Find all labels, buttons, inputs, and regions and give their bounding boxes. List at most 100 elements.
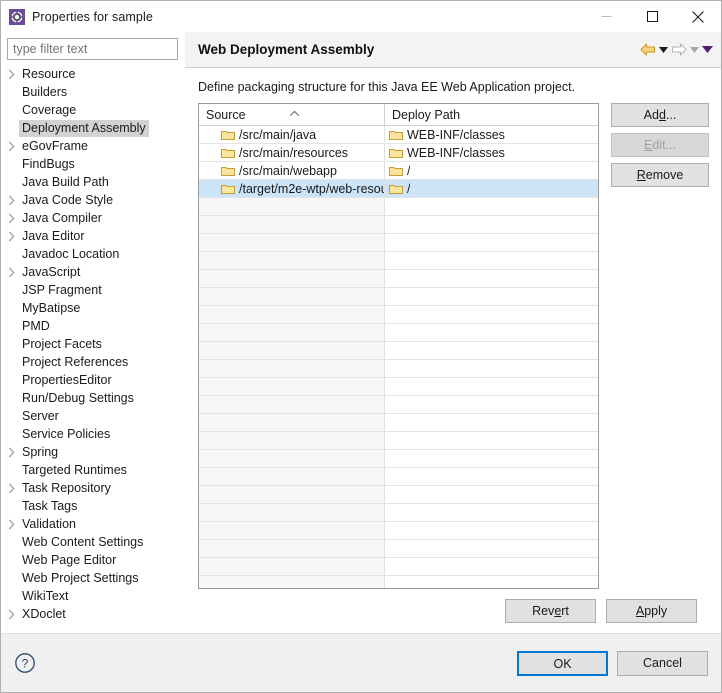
sidebar-item-wikitext[interactable]: WikiText: [1, 587, 184, 605]
remove-button[interactable]: Remove: [611, 163, 709, 187]
sidebar-item-validation[interactable]: Validation: [1, 515, 184, 533]
cell-source: [199, 216, 385, 233]
sidebar-item-resource[interactable]: Resource: [1, 65, 184, 83]
ok-button[interactable]: OK: [517, 651, 608, 676]
table-row-empty[interactable]: [199, 432, 598, 450]
table-row-empty[interactable]: [199, 360, 598, 378]
sidebar-item-deployment-assembly[interactable]: Deployment Assembly: [1, 119, 184, 137]
sidebar-item-java-build-path[interactable]: Java Build Path: [1, 173, 184, 191]
table-row-empty[interactable]: [199, 558, 598, 576]
table-row-empty[interactable]: [199, 540, 598, 558]
cell-deploy-path: [385, 468, 598, 485]
column-header-source[interactable]: Source: [199, 104, 385, 125]
sidebar-item-javadoc-location[interactable]: Javadoc Location: [1, 245, 184, 263]
sidebar-item-service-policies[interactable]: Service Policies: [1, 425, 184, 443]
settings-tree[interactable]: ResourceBuildersCoverageDeployment Assem…: [1, 64, 184, 633]
sidebar-item-java-code-style[interactable]: Java Code Style: [1, 191, 184, 209]
sidebar-item-javascript[interactable]: JavaScript: [1, 263, 184, 281]
table-row-empty[interactable]: [199, 378, 598, 396]
sidebar-item-mybatipse[interactable]: MyBatipse: [1, 299, 184, 317]
table-row-empty[interactable]: [199, 324, 598, 342]
sidebar-item-task-repository[interactable]: Task Repository: [1, 479, 184, 497]
maximize-icon[interactable]: [629, 1, 675, 32]
sidebar-item-project-facets[interactable]: Project Facets: [1, 335, 184, 353]
close-icon[interactable]: [675, 1, 721, 32]
sidebar-item-web-page-editor[interactable]: Web Page Editor: [1, 551, 184, 569]
assembly-table[interactable]: Source Deploy Path /s: [198, 103, 599, 589]
sidebar-item-run-debug-settings[interactable]: Run/Debug Settings: [1, 389, 184, 407]
table-row-empty[interactable]: [199, 270, 598, 288]
table-row-empty[interactable]: [199, 450, 598, 468]
table-row-empty[interactable]: [199, 486, 598, 504]
cell-deploy-path: [385, 360, 598, 377]
revert-button[interactable]: Revert: [505, 599, 596, 623]
table-row-empty[interactable]: [199, 306, 598, 324]
sidebar-item-xdoclet[interactable]: XDoclet: [1, 605, 184, 623]
sidebar-item-spring[interactable]: Spring: [1, 443, 184, 461]
table-row-empty[interactable]: [199, 504, 598, 522]
table-row-empty[interactable]: [199, 234, 598, 252]
sidebar-item-jsp-fragment[interactable]: JSP Fragment: [1, 281, 184, 299]
tree-indent-spacer: [3, 299, 19, 317]
add-button[interactable]: Add...: [611, 103, 709, 127]
table-row-empty[interactable]: [199, 468, 598, 486]
column-header-deploy-path[interactable]: Deploy Path: [385, 104, 598, 125]
cell-deploy-path: WEB-INF/classes: [385, 126, 598, 143]
expand-chevron-right-icon[interactable]: [3, 605, 19, 623]
sidebar-item-web-content-settings[interactable]: Web Content Settings: [1, 533, 184, 551]
sidebar-item-propertieseditor[interactable]: PropertiesEditor: [1, 371, 184, 389]
cancel-button[interactable]: Cancel: [617, 651, 708, 676]
expand-chevron-right-icon[interactable]: [3, 443, 19, 461]
minimize-icon[interactable]: [583, 1, 629, 32]
sidebar-item-egovframe[interactable]: eGovFrame: [1, 137, 184, 155]
help-circle-icon[interactable]: ?: [13, 651, 37, 675]
expand-chevron-right-icon[interactable]: [3, 191, 19, 209]
sidebar-item-builders[interactable]: Builders: [1, 83, 184, 101]
sidebar-item-server[interactable]: Server: [1, 407, 184, 425]
cell-source: [199, 306, 385, 323]
expand-chevron-right-icon[interactable]: [3, 227, 19, 245]
sidebar-item-targeted-runtimes[interactable]: Targeted Runtimes: [1, 461, 184, 479]
sidebar-item-label: Run/Debug Settings: [19, 390, 137, 407]
back-arrow-icon[interactable]: [640, 43, 656, 56]
table-row-empty[interactable]: [199, 216, 598, 234]
sidebar-item-java-editor[interactable]: Java Editor: [1, 227, 184, 245]
expand-chevron-right-icon[interactable]: [3, 209, 19, 227]
sidebar-item-pmd[interactable]: PMD: [1, 317, 184, 335]
sidebar-item-web-project-settings[interactable]: Web Project Settings: [1, 569, 184, 587]
table-row-empty[interactable]: [199, 198, 598, 216]
table-row-empty[interactable]: [199, 522, 598, 540]
table-row-empty[interactable]: [199, 342, 598, 360]
expand-chevron-right-icon[interactable]: [3, 515, 19, 533]
sidebar-item-coverage[interactable]: Coverage: [1, 101, 184, 119]
table-row-empty[interactable]: [199, 252, 598, 270]
sidebar-item-label: JavaScript: [19, 264, 83, 281]
table-row-empty[interactable]: [199, 414, 598, 432]
cell-deploy-path: [385, 252, 598, 269]
overflow-menu-chevron-down-icon[interactable]: [702, 46, 713, 53]
expand-chevron-right-icon[interactable]: [3, 65, 19, 83]
table-row-empty[interactable]: [199, 396, 598, 414]
sidebar-item-label: Web Page Editor: [19, 552, 119, 569]
table-row[interactable]: /target/m2e-wtp/web-resources/: [199, 180, 598, 198]
expand-chevron-right-icon[interactable]: [3, 479, 19, 497]
folder-icon: [221, 129, 235, 141]
expand-chevron-right-icon[interactable]: [3, 263, 19, 281]
sidebar-item-label: Javadoc Location: [19, 246, 122, 263]
apply-button[interactable]: Apply: [606, 599, 697, 623]
tree-indent-spacer: [3, 461, 19, 479]
table-row[interactable]: /src/main/javaWEB-INF/classes: [199, 126, 598, 144]
table-row-empty[interactable]: [199, 288, 598, 306]
cell-deploy-path: /: [385, 180, 598, 197]
sidebar-item-java-compiler[interactable]: Java Compiler: [1, 209, 184, 227]
back-menu-chevron-down-icon[interactable]: [659, 47, 668, 53]
table-row[interactable]: /src/main/webapp/: [199, 162, 598, 180]
table-row-empty[interactable]: [199, 576, 598, 588]
sidebar-item-project-references[interactable]: Project References: [1, 353, 184, 371]
table-row[interactable]: /src/main/resourcesWEB-INF/classes: [199, 144, 598, 162]
expand-chevron-right-icon[interactable]: [3, 137, 19, 155]
filter-input[interactable]: [7, 38, 178, 60]
tree-indent-spacer: [3, 407, 19, 425]
sidebar-item-findbugs[interactable]: FindBugs: [1, 155, 184, 173]
sidebar-item-task-tags[interactable]: Task Tags: [1, 497, 184, 515]
